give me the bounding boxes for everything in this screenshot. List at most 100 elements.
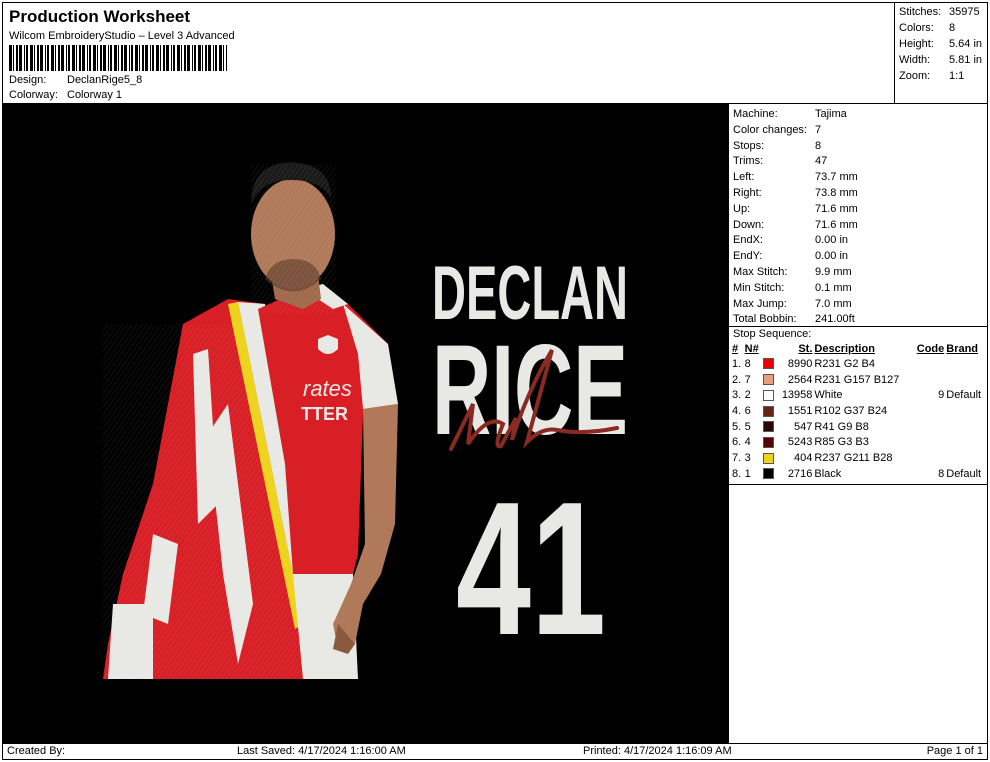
stat-stitches: Stitches: 35975 — [899, 6, 980, 18]
machine-info-row: Right: 73.8 mm — [733, 187, 858, 199]
row-index: 1. — [732, 357, 742, 370]
barcode-bar — [152, 45, 154, 71]
section-divider — [729, 326, 987, 327]
barcode-bar — [139, 45, 140, 71]
row-code: 8 — [938, 467, 945, 480]
barcode-bar — [163, 45, 165, 71]
row-description: R237 G211 B28 — [814, 451, 893, 464]
table-bottom-divider — [729, 484, 987, 485]
created-by: Created By: — [7, 745, 66, 757]
worksheet-header: Production Worksheet Wilcom EmbroiderySt… — [2, 2, 895, 104]
player-head — [251, 162, 336, 314]
barcode-bar — [213, 45, 214, 71]
col-brand: Brand — [946, 342, 979, 355]
barcode-bar — [72, 45, 75, 71]
row-code — [912, 403, 945, 419]
colorway-label: Colorway: — [9, 89, 58, 101]
page-number: Page 1 of 1 — [926, 745, 983, 757]
embroidery-design: rates TTER DECLAN RICE 41 — [103, 162, 628, 679]
stat-width: Width: 5.81 in — [899, 54, 983, 66]
table-row: 4. 6 1551 R102 G37 B24 — [731, 403, 987, 419]
row-stitches: 2716 — [787, 467, 813, 480]
info-value: 8 — [815, 139, 822, 152]
barcode-bar — [215, 45, 217, 71]
info-label: Left: — [733, 171, 755, 184]
barcode-bar — [87, 45, 88, 71]
row-description: R231 G157 B127 — [814, 373, 900, 386]
row-brand: Default — [946, 467, 982, 480]
barcode-bar — [192, 45, 193, 71]
row-needle: 1 — [744, 467, 751, 480]
info-value: 241.00ft — [815, 313, 855, 326]
barcode-bar — [100, 45, 102, 71]
row-brand — [945, 356, 987, 372]
barcode-bar — [184, 45, 186, 71]
row-stitches: 1551 — [787, 404, 813, 417]
barcode-bar — [166, 45, 169, 71]
barcode-bar — [219, 45, 222, 71]
machine-info-row: Left: 73.7 mm — [733, 171, 858, 183]
barcode-bar — [202, 45, 203, 71]
row-stitches: 547 — [794, 420, 813, 433]
row-description: R41 G9 B8 — [814, 420, 869, 433]
barcode-bar — [89, 45, 91, 71]
machine-info-row: Min Stitch: 0.1 mm — [733, 282, 852, 294]
last-saved: Last Saved: 4/17/2024 1:16:00 AM — [237, 745, 406, 757]
barcode-bar — [108, 45, 109, 71]
color-swatch — [762, 468, 774, 480]
info-value: 7.0 mm — [815, 297, 852, 310]
sponsor-text-1: rates — [303, 376, 352, 401]
barcode-bar — [110, 45, 112, 71]
machine-info-row: EndY: 0.00 in — [733, 250, 848, 262]
row-brand — [945, 419, 987, 435]
barcode-bar — [66, 45, 67, 71]
stop-table-header: # N# St. Description Code Brand — [731, 341, 987, 356]
color-swatch — [762, 405, 774, 417]
col-hash: # — [732, 342, 739, 355]
row-stitches: 404 — [794, 451, 813, 464]
info-label: EndY: — [733, 250, 763, 263]
info-label: Max Stitch: — [733, 266, 788, 278]
worksheet-title: Production Worksheet — [9, 7, 191, 26]
row-code — [912, 419, 945, 435]
row-description: R231 G2 B4 — [814, 357, 875, 370]
barcode-bar — [124, 45, 127, 71]
info-label: EndX: — [733, 234, 763, 247]
barcode-bar — [121, 45, 123, 71]
barcode-bar — [135, 45, 138, 71]
barcode-bar — [82, 45, 85, 71]
row-code — [912, 434, 945, 450]
row-stitches: 8990 — [787, 357, 813, 370]
design-value: DeclanRige5_8 — [67, 74, 143, 86]
barcode-bar — [37, 45, 39, 71]
barcode-bar — [58, 45, 60, 71]
row-index: 5. — [732, 420, 742, 433]
barcode-bar — [93, 45, 96, 71]
barcode-bar — [24, 45, 25, 71]
info-value: 71.6 mm — [815, 202, 858, 215]
printed-date: Printed: 4/17/2024 1:16:09 AM — [583, 745, 732, 757]
info-value: Tajima — [815, 108, 847, 120]
color-swatch — [762, 436, 774, 448]
row-description: R85 G3 B3 — [814, 436, 869, 449]
stop-sequence-table: # N# St. Description Code Brand 1. 8 8990 R… — [731, 341, 987, 482]
machine-info-row: Stops: 8 — [733, 140, 821, 152]
worksheet-footer: Created By: Last Saved: 4/17/2024 1:16:0… — [2, 743, 988, 760]
info-label: Up: — [733, 202, 751, 215]
machine-info-row: Max Jump: 7.0 mm — [733, 298, 852, 310]
row-code — [912, 356, 945, 372]
row-brand — [945, 372, 987, 388]
row-description: Black — [814, 467, 842, 480]
software-name: Wilcom EmbroideryStudio – Level 3 Advanc… — [9, 30, 235, 42]
stat-height: Height: 5.64 in — [899, 38, 983, 50]
barcode-bar — [55, 45, 56, 71]
table-row: 1. 8 8990 R231 G2 B4 — [731, 356, 987, 372]
barcode-bar — [118, 45, 119, 71]
barcode-bar — [150, 45, 151, 71]
machine-info-row: EndX: 0.00 in — [733, 234, 848, 246]
row-index: 7. — [732, 451, 742, 464]
info-label: Trims: — [733, 155, 764, 168]
info-label: Stops: — [733, 139, 765, 152]
info-label: Color changes: — [733, 123, 807, 136]
barcode-bar — [156, 45, 159, 71]
